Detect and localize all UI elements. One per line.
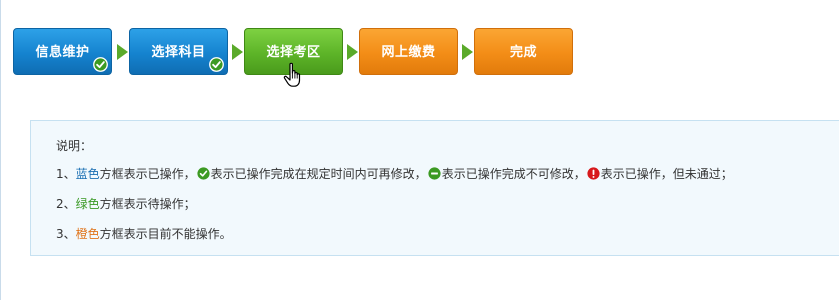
green-minus-icon — [428, 167, 441, 180]
instruction-text: 表示已操作，但未通过； — [600, 167, 733, 181]
instructions-title: 说明： — [56, 139, 93, 153]
instruction-text: 方框表示待操作； — [99, 197, 196, 211]
red-exclamation-icon — [587, 167, 600, 180]
arrow-right-icon — [347, 44, 358, 60]
green-color-word: 绿色 — [75, 197, 100, 211]
step-online-payment[interactable]: 网上缴费 — [359, 28, 458, 75]
step-label: 完成 — [509, 45, 537, 60]
step-label: 选择科目 — [151, 45, 206, 60]
orange-color-word: 橙色 — [75, 227, 100, 241]
arrow-right-icon — [462, 44, 473, 60]
hand-pointer-icon — [283, 62, 301, 87]
step-info-maintenance[interactable]: 信息维护 — [13, 28, 112, 75]
step-label: 选择考区 — [266, 45, 321, 60]
page-left-border — [0, 0, 1, 300]
green-check-icon — [197, 167, 210, 180]
instruction-line-2: 2、 绿色 方框表示待操作； — [56, 195, 196, 212]
check-icon — [209, 57, 224, 72]
instruction-line-3: 3、 橙色 方框表示目前不能操作。 — [56, 225, 232, 242]
instruction-text: 方框表示目前不能操作。 — [99, 227, 232, 241]
instruction-text: 表示已操作完成在规定时间内可再修改， — [210, 167, 427, 181]
check-icon — [93, 57, 108, 72]
step-select-subject[interactable]: 选择科目 — [129, 28, 228, 75]
instruction-text: 方框表示已操作， — [99, 167, 196, 181]
instruction-text: 表示已操作完成不可修改， — [441, 167, 586, 181]
line-number: 1、 — [56, 167, 76, 181]
step-label: 信息维护 — [35, 45, 90, 60]
line-number: 3、 — [56, 227, 76, 241]
instructions-panel: 说明： 1、 蓝色 方框表示已操作， 表示已操作完成在规定时间内可再修改， 表示… — [30, 120, 839, 256]
blue-color-word: 蓝色 — [75, 167, 100, 181]
line-number: 2、 — [56, 197, 76, 211]
instruction-line-1: 1、 蓝色 方框表示已操作， 表示已操作完成在规定时间内可再修改， 表示已操作完… — [56, 165, 733, 182]
step-label: 网上缴费 — [381, 45, 436, 60]
arrow-right-icon — [117, 44, 128, 60]
arrow-right-icon — [232, 44, 243, 60]
step-complete[interactable]: 完成 — [474, 28, 573, 75]
